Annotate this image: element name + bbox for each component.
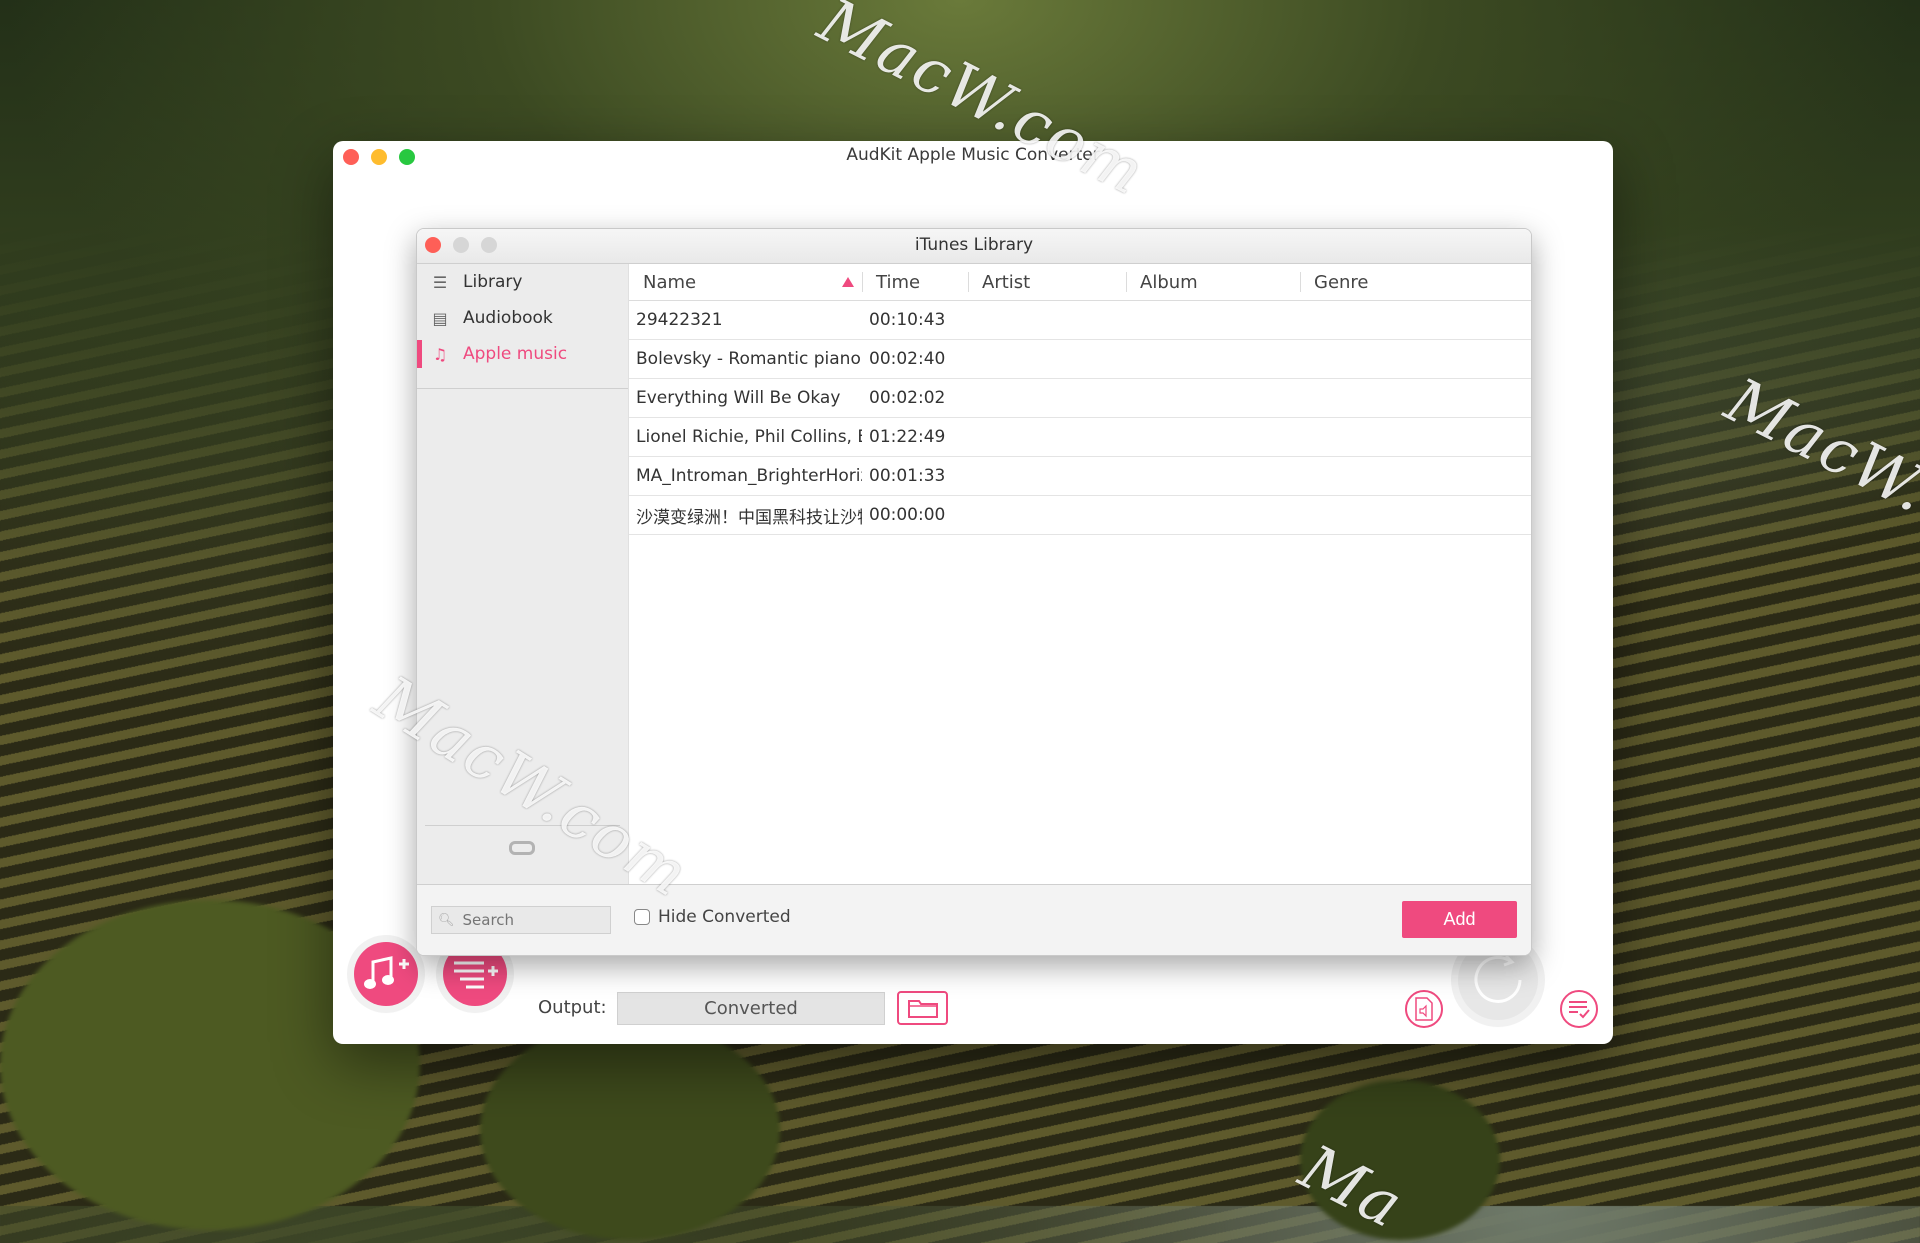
table-row[interactable]: 沙漠变绿洲！中国黑科技让沙特... 00:00:00 — [629, 496, 1531, 535]
audio-settings-button[interactable] — [1405, 990, 1443, 1028]
search-input[interactable] — [460, 910, 605, 930]
dialog-title: iTunes Library — [914, 235, 1034, 255]
sidebar-item-label: Apple music — [463, 344, 568, 364]
cell-time: 00:02:40 — [869, 349, 946, 369]
cell-name: Everything Will Be Okay — [636, 388, 841, 408]
column-header-genre[interactable]: Genre — [1300, 264, 1531, 300]
music-plus-icon — [364, 956, 409, 989]
folder-icon — [907, 1000, 938, 1018]
sidebar-item-label: Audiobook — [463, 308, 553, 328]
cell-time: 00:02:02 — [869, 388, 946, 408]
cell-name: Bolevsky - Romantic piano — [636, 349, 861, 369]
column-header-artist[interactable]: Artist — [968, 264, 1126, 300]
sidebar-item-audiobook[interactable]: ▤ Audiobook — [417, 300, 628, 336]
output-path-field[interactable]: Converted — [617, 992, 885, 1025]
convert-refresh-icon — [1474, 954, 1522, 1003]
itunes-library-dialog: iTunes Library ☰ Library ▤ Audiobook ♫ A… — [416, 228, 1532, 956]
wallpaper-tree — [480, 1020, 780, 1240]
dialog-footer: 🔍︎ Hide Converted Add — [417, 884, 1531, 955]
cell-time: 01:22:49 — [869, 427, 946, 447]
table-row[interactable]: Bolevsky - Romantic piano 00:02:40 — [629, 340, 1531, 379]
cell-time: 00:10:43 — [869, 310, 946, 330]
column-header-time[interactable]: Time — [862, 264, 968, 300]
history-list-icon — [1569, 1001, 1590, 1019]
window-title: AudKit Apple Music Converter — [846, 145, 1100, 165]
cell-name: 29422321 — [636, 310, 723, 330]
book-icon: ▤ — [432, 308, 448, 328]
library-sidebar: ☰ Library ▤ Audiobook ♫ Apple music — [417, 264, 629, 884]
music-note-icon: ♫ — [432, 344, 448, 364]
wallpaper-tree — [1300, 1080, 1500, 1240]
column-header-album[interactable]: Album — [1126, 264, 1300, 300]
add-button[interactable]: Add — [1402, 901, 1517, 938]
hide-converted-option[interactable]: Hide Converted — [634, 907, 791, 927]
track-table: Name Time Artist Album Genre 29422321 00… — [629, 264, 1531, 884]
search-box: 🔍︎ — [431, 906, 611, 934]
cell-name: MA_Introman_BrighterHorizons... — [636, 466, 862, 486]
menu-icon: ☰ — [432, 272, 448, 292]
table-header: Name Time Artist Album Genre — [629, 264, 1531, 301]
add-music-button[interactable] — [354, 942, 418, 1006]
sidebar-item-library[interactable]: ☰ Library — [417, 264, 628, 300]
sort-ascending-icon — [842, 277, 854, 287]
table-row[interactable]: 29422321 00:10:43 — [629, 301, 1531, 340]
audio-file-icon — [1415, 997, 1433, 1021]
search-icon: 🔍︎ — [438, 912, 455, 928]
sidebar-toggle-icon[interactable] — [509, 841, 535, 855]
cell-time: 00:01:33 — [869, 466, 946, 486]
table-row[interactable]: Everything Will Be Okay 00:02:02 — [629, 379, 1531, 418]
table-row[interactable]: Lionel Richie, Phil Collins, Elton ... 0… — [629, 418, 1531, 457]
output-label: Output: — [538, 997, 607, 1018]
divider — [425, 825, 620, 826]
dialog-titlebar: iTunes Library — [417, 229, 1531, 264]
open-folder-button[interactable] — [897, 991, 948, 1025]
sidebar-item-label: Library — [463, 272, 523, 292]
table-row[interactable]: MA_Introman_BrighterHorizons... 00:01:33 — [629, 457, 1531, 496]
list-plus-icon — [454, 961, 498, 989]
cell-name: 沙漠变绿洲！中国黑科技让沙特... — [636, 507, 862, 528]
cell-name: Lionel Richie, Phil Collins, Elton ... — [636, 427, 862, 447]
sidebar-item-apple-music[interactable]: ♫ Apple music — [417, 336, 628, 372]
hide-converted-label: Hide Converted — [658, 907, 791, 927]
converted-history-button[interactable] — [1560, 990, 1598, 1028]
column-header-name[interactable]: Name — [629, 264, 862, 300]
hide-converted-checkbox[interactable] — [634, 909, 650, 925]
divider — [417, 388, 628, 389]
cell-time: 00:00:00 — [869, 505, 946, 525]
